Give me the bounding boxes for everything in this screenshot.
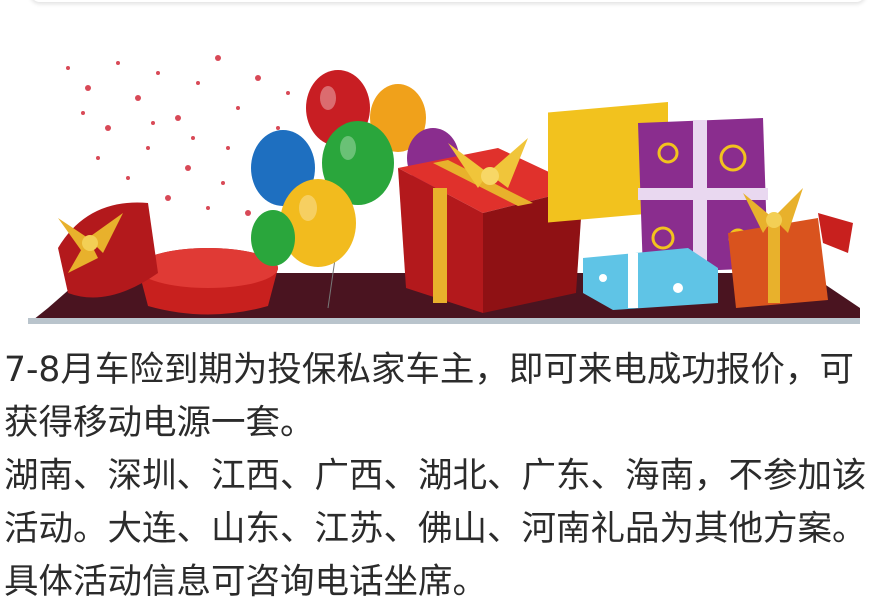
previous-card-edge [30,0,866,2]
blue-gift-box [583,248,718,310]
promo-paragraph-offer: 7-8月车险到期为投保私家车主，即可来电成功报价，可获得移动电源一套。 [4,350,854,443]
confetti-hearts [66,55,290,216]
promo-banner-image [28,38,860,324]
promo-description: 7-8月车险到期为投保私家车主，即可来电成功报价，可获得移动电源一套。 湖南、深… [4,344,884,609]
promo-paragraph-regions: 湖南、深圳、江西、广西、湖北、广东、海南，不参加该活动。大连、山东、江苏、佛山、… [4,456,867,602]
